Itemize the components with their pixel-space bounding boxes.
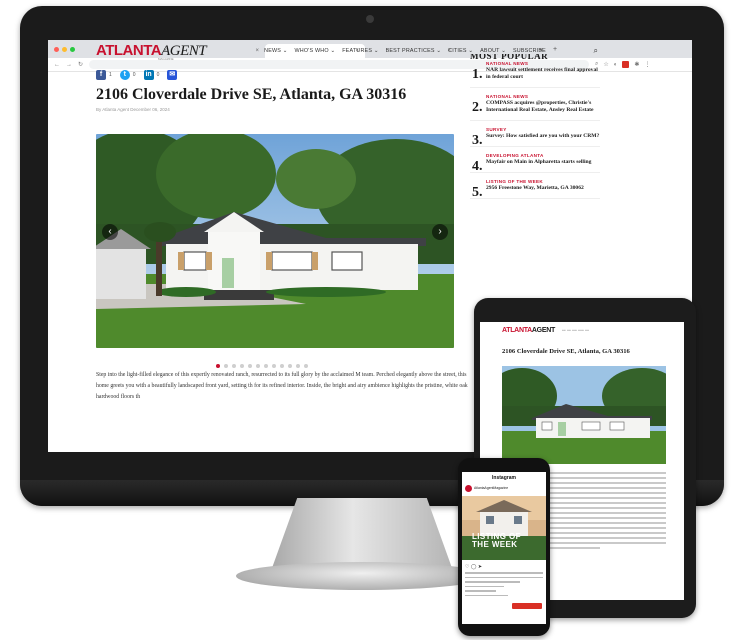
carousel-dot[interactable]: [288, 364, 292, 368]
popular-item[interactable]: 3. SURVEY Survey: How satisfied are you …: [470, 127, 600, 148]
comment-icon[interactable]: ◯: [471, 564, 477, 570]
bookmark-star-icon[interactable]: ☆: [603, 61, 608, 68]
nav-item-news[interactable]: NEWS ⌄: [264, 48, 287, 54]
carousel-indicators: [216, 364, 308, 368]
device-mockup-stage: × × × × × + ← → ↻ ⌕ ☆ ◐ ✱ ⋮ ATLANTAAGENT…: [0, 0, 734, 640]
phone-post-image[interactable]: LISTING OF THE WEEK: [462, 496, 546, 560]
carousel-dot[interactable]: [272, 364, 276, 368]
article-body: Step into the light-filled elegance of t…: [96, 372, 468, 400]
nav-item-whos-who[interactable]: WHO'S WHO ⌄: [295, 48, 336, 54]
webcam-icon: [366, 15, 374, 23]
sidebar-title: MOST POPULAR: [470, 54, 549, 61]
carousel-dot[interactable]: [256, 364, 260, 368]
tablet-nav: ▪▪▪▪ ▪▪▪▪ ▪▪▪▪▪ ▪▪▪▪▪▪ ▪▪▪▪: [562, 329, 589, 332]
phone-screen: Instagram AtlantaAgentMagazine LISTING O…: [462, 472, 546, 624]
popular-item[interactable]: 2. NATIONAL NEWS COMPASS acquires @prope…: [470, 94, 600, 121]
back-icon[interactable]: ←: [54, 62, 60, 68]
email-icon: ✉: [167, 70, 178, 80]
post-action-icons: ♡ ◯ ➤: [465, 564, 482, 570]
minimize-window-icon[interactable]: [62, 46, 67, 52]
nav-item-features[interactable]: FEATURES ⌄: [342, 48, 378, 54]
menu-kebab-icon[interactable]: ⋮: [644, 61, 650, 68]
linkedin-icon: in: [143, 70, 154, 80]
carousel-dot[interactable]: [264, 364, 268, 368]
extension-badge-icon[interactable]: [622, 61, 630, 68]
popular-item[interactable]: 5. LISTING OF THE WEEK 2956 Freestone Wa…: [470, 179, 600, 200]
carousel-dot[interactable]: [216, 364, 220, 368]
tablet-site-logo[interactable]: ATLANTAAGENT: [502, 327, 555, 334]
carousel-dot[interactable]: [240, 364, 244, 368]
phone-app-title: Instagram: [492, 475, 516, 481]
logo-subtitle: MAGAZINE: [158, 57, 174, 61]
site-logo[interactable]: ATLANTAAGENT: [96, 43, 207, 59]
close-window-icon[interactable]: [54, 46, 59, 52]
carousel-dot[interactable]: [248, 364, 252, 368]
forward-icon[interactable]: →: [66, 62, 72, 68]
carousel-prev-button[interactable]: ‹: [102, 224, 118, 240]
share-bar: f1 t0 in 0 ✉: [96, 70, 178, 80]
monitor-stand-base: [236, 562, 488, 590]
tablet-article-headline: 2106 Cloverdale Drive SE, Atlanta, GA 30…: [502, 348, 630, 355]
share-twitter[interactable]: t0: [119, 70, 136, 80]
carousel-dot[interactable]: [232, 364, 236, 368]
phone-device: Instagram AtlantaAgentMagazine LISTING O…: [458, 458, 550, 636]
extension-icon[interactable]: ◐: [614, 62, 618, 68]
house-photo-image: [96, 134, 454, 348]
article-byline: By Atlanta Agent December 06, 2024: [96, 107, 170, 112]
reload-icon[interactable]: ↻: [78, 61, 83, 68]
maximize-window-icon[interactable]: [70, 46, 75, 52]
popular-item[interactable]: 4. DEVELOPING ATLANTA Mayfair on Main in…: [470, 153, 600, 174]
share-facebook[interactable]: f1: [96, 70, 112, 80]
article-headline: 2106 Cloverdale Drive SE, Atlanta, GA 30…: [96, 86, 407, 103]
send-icon[interactable]: ➤: [478, 564, 482, 570]
carousel-next-button[interactable]: ›: [432, 224, 448, 240]
share-email[interactable]: ✉: [167, 70, 178, 80]
monitor-stand-neck: [272, 498, 452, 568]
hero-photo-house: ‹ ›: [96, 134, 454, 348]
twitter-icon: t: [119, 70, 130, 80]
most-popular-sidebar: MOST POPULAR 1. NATIONAL NEWS NAR lawsui…: [470, 54, 600, 205]
share-linkedin[interactable]: in 0: [143, 70, 159, 80]
listing-of-the-week-overlay: LISTING OF THE WEEK: [472, 532, 521, 549]
phone-red-button[interactable]: [512, 603, 542, 609]
window-controls: [48, 46, 81, 52]
carousel-dot[interactable]: [224, 364, 228, 368]
phone-username[interactable]: AtlantaAgentMagazine: [474, 486, 508, 490]
extension-icons: ⌕ ☆ ◐ ✱ ⋮: [595, 61, 650, 68]
avatar[interactable]: [465, 485, 472, 492]
puzzle-icon[interactable]: ✱: [634, 61, 639, 68]
carousel-dot[interactable]: [280, 364, 284, 368]
heart-icon[interactable]: ♡: [465, 564, 469, 570]
popular-item[interactable]: 1. NATIONAL NEWS NAR lawsuit settlement …: [470, 61, 600, 88]
facebook-icon: f: [96, 70, 106, 80]
tablet-hero-photo: [502, 366, 666, 464]
carousel-dot[interactable]: [304, 364, 308, 368]
nav-item-best-practices[interactable]: BEST PRACTICES ⌄: [386, 48, 442, 54]
carousel-dot[interactable]: [296, 364, 300, 368]
phone-caption: [465, 572, 543, 599]
